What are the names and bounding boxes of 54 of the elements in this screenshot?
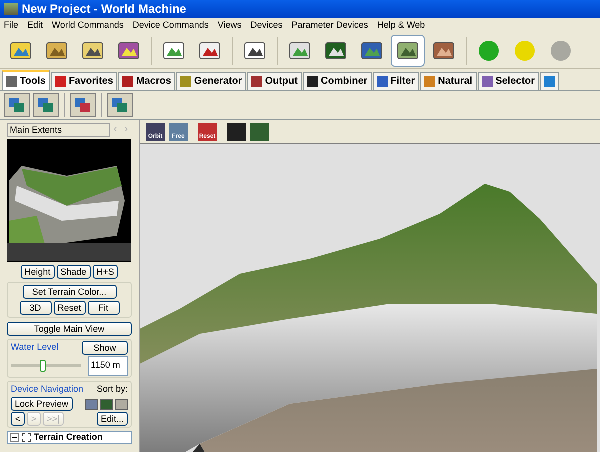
- menu-item[interactable]: File: [4, 18, 19, 32]
- device-navigation-label: Device Navigation: [11, 382, 84, 396]
- toggle-main-view-button[interactable]: Toggle Main View: [7, 322, 132, 336]
- tab-icon: [424, 76, 436, 87]
- category-tab[interactable]: Selector: [478, 72, 540, 90]
- menu-item[interactable]: Devices: [250, 18, 283, 32]
- tab-icon: [54, 76, 66, 87]
- tab-icon: [544, 76, 556, 87]
- category-tab[interactable]: [540, 72, 560, 90]
- preview-title: Main Extents: [7, 123, 110, 137]
- category-tab[interactable]: Natural: [420, 72, 477, 90]
- slider-thumb[interactable]: [40, 360, 46, 372]
- menu-item[interactable]: Views: [218, 18, 242, 32]
- category-tab[interactable]: Favorites: [50, 72, 118, 90]
- tree-label: Terrain Creation: [34, 432, 103, 443]
- device-nav-button[interactable]: <: [11, 412, 25, 426]
- category-tab[interactable]: Output: [247, 72, 302, 90]
- sort-tree-button[interactable]: [100, 398, 113, 410]
- folder-icon: [22, 433, 31, 442]
- tab-icon: [306, 76, 318, 87]
- tab-icon: [482, 76, 493, 87]
- tab-icon: [251, 76, 262, 87]
- water-level-label: Water Level: [11, 341, 59, 354]
- show-water-button[interactable]: Show: [82, 341, 128, 355]
- view-mode-button[interactable]: Height: [20, 265, 55, 279]
- window-title: New Project - World Machine: [22, 1, 186, 18]
- sort-list-button[interactable]: [85, 398, 98, 410]
- view-mode-button[interactable]: Shade: [56, 265, 91, 279]
- edit-button[interactable]: Edit...: [96, 412, 128, 426]
- tree-item[interactable]: Terrain Creation: [7, 431, 132, 444]
- tab-icon: [376, 76, 388, 87]
- menu-item[interactable]: Help & Web: [377, 18, 426, 32]
- sort-by-label: Sort by:: [96, 382, 128, 396]
- tab-icon: [122, 76, 134, 87]
- view-button[interactable]: 3D: [20, 301, 52, 315]
- set-terrain-color-button[interactable]: Set Terrain Color...: [22, 285, 116, 299]
- view-button[interactable]: Fit: [88, 301, 120, 315]
- category-tab[interactable]: Generator: [176, 72, 246, 90]
- category-tab[interactable]: Macros: [118, 72, 176, 90]
- collapse-icon[interactable]: [10, 433, 19, 442]
- menu-item[interactable]: World Commands: [52, 18, 124, 32]
- menu-item[interactable]: Device Commands: [132, 18, 209, 32]
- view-button[interactable]: Reset: [54, 301, 86, 315]
- category-tab[interactable]: Filter: [372, 72, 420, 90]
- category-tab[interactable]: Combiner: [302, 72, 372, 90]
- app-icon: [4, 3, 18, 15]
- water-level-field[interactable]: 1150 m: [88, 356, 128, 376]
- tab-icon: [180, 76, 192, 87]
- menu-item[interactable]: Edit: [28, 18, 44, 32]
- view-mode-button[interactable]: H+S: [92, 265, 118, 279]
- menu-item[interactable]: Parameter Devices: [292, 18, 368, 32]
- category-tab[interactable]: Tools: [2, 70, 50, 90]
- tab-icon: [6, 76, 17, 86]
- lock-preview-button[interactable]: Lock Preview: [11, 397, 73, 411]
